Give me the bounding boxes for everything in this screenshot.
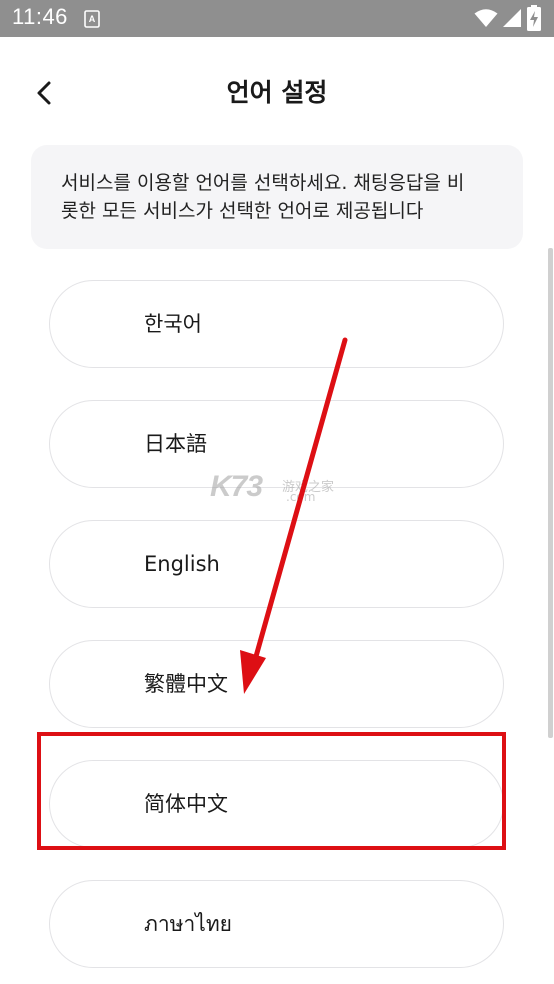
battery-charging-icon — [527, 5, 541, 35]
language-label: 한국어 — [144, 312, 202, 336]
language-label: 繁體中文 — [144, 672, 228, 696]
info-text-line2: 롯한 모든 서비스가 선택한 언어로 제공됩니다 — [61, 200, 424, 222]
watermark: K73 游戏之家 .com — [210, 470, 334, 504]
wifi-icon — [474, 8, 498, 32]
language-label: 日本語 — [144, 432, 207, 456]
status-bar: 11:46 A — [0, 0, 554, 37]
notification-a-icon: A — [84, 10, 100, 32]
watermark-domain: .com — [286, 490, 316, 504]
language-label: English — [144, 552, 220, 576]
scrollbar[interactable] — [548, 248, 553, 738]
highlight-box — [37, 732, 506, 850]
page-title: 언어 설정 — [226, 78, 328, 107]
watermark-main: K73 — [210, 470, 263, 503]
svg-text:A: A — [89, 14, 96, 24]
info-text-line1: 서비스를 이용할 언어를 선택하세요. 채팅응답을 비 — [61, 172, 465, 194]
language-option-korean[interactable]: 한국어 — [49, 280, 504, 368]
language-option-japanese[interactable]: 日本語 — [49, 400, 504, 488]
signal-icon — [502, 8, 522, 32]
language-option-traditional-chinese[interactable]: 繁體中文 — [49, 640, 504, 728]
language-label: ภาษาไทย — [144, 912, 232, 936]
language-option-english[interactable]: English — [49, 520, 504, 608]
header: 언어 설정 — [0, 37, 554, 147]
info-box: 서비스를 이용할 언어를 선택하세요. 채팅응답을 비 롯한 모든 서비스가 선… — [31, 145, 523, 249]
status-time: 11:46 — [12, 4, 68, 29]
language-option-thai[interactable]: ภาษาไทย — [49, 880, 504, 968]
